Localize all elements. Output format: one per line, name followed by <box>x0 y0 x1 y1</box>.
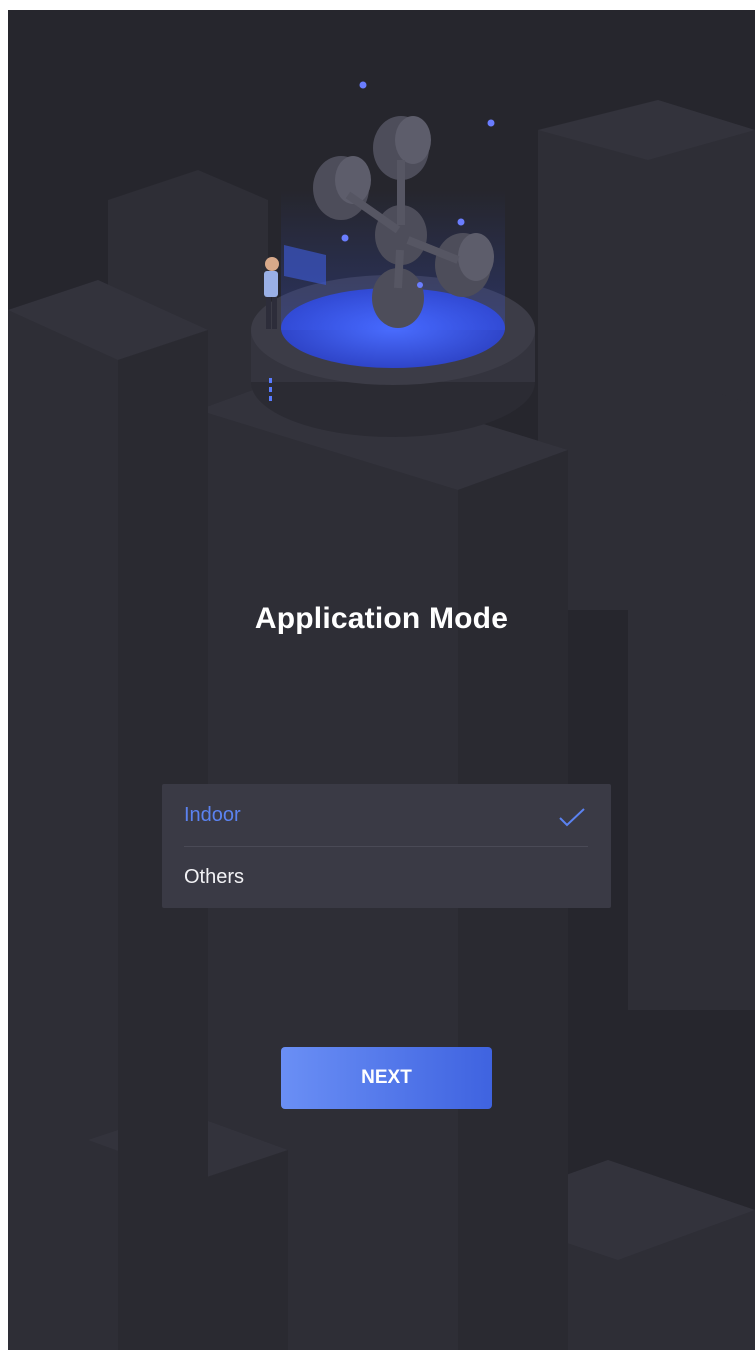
option-divider <box>184 846 588 847</box>
next-button[interactable]: NEXT <box>281 1047 492 1109</box>
check-icon <box>559 808 585 827</box>
option-indoor-label: Indoor <box>184 804 241 826</box>
option-indoor[interactable]: Indoor <box>162 786 611 846</box>
hero-illustration <box>251 81 535 437</box>
option-others-label: Others <box>184 866 245 888</box>
page-title: Application Mode <box>254 602 509 635</box>
mode-option-list: Indoor Others <box>162 784 611 908</box>
option-others[interactable]: Others <box>162 848 611 908</box>
setup-screen: Application Mode Indoor Others NEXT <box>8 10 755 1350</box>
